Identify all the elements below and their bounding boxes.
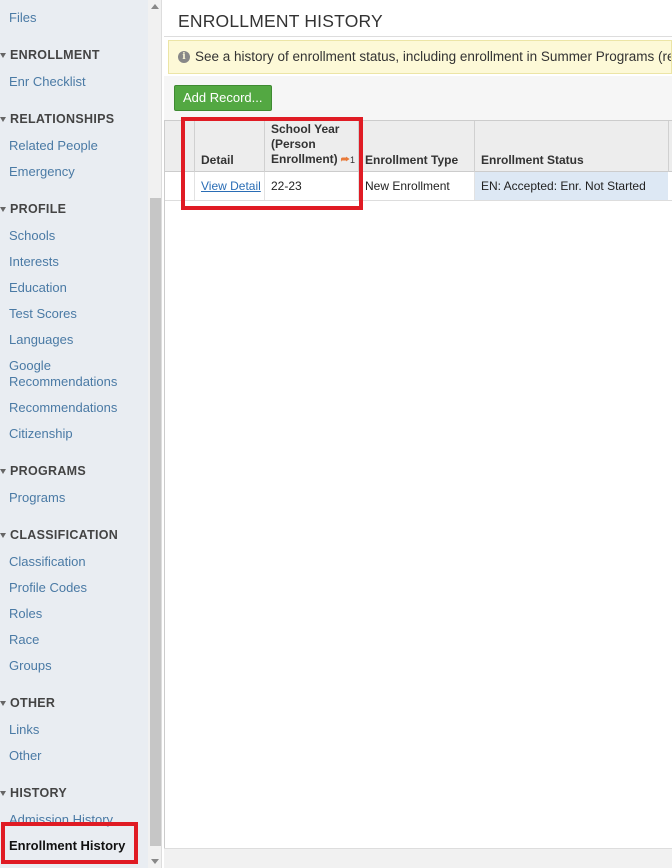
sidebar-item-roles[interactable]: Roles — [9, 606, 42, 622]
column-label: Enrollment Type — [365, 153, 459, 167]
sidebar-item-links[interactable]: Links — [9, 722, 39, 738]
sidebar-item-schools[interactable]: Schools — [9, 228, 55, 244]
info-banner: i See a history of enrollment status, in… — [168, 40, 672, 74]
sidebar-item-related-people[interactable]: Related People — [9, 138, 98, 154]
sidebar-item-languages[interactable]: Languages — [9, 332, 73, 348]
scroll-up-icon[interactable] — [151, 4, 159, 9]
sidebar-scrollbar[interactable] — [148, 0, 162, 868]
sidebar-item-recommendations[interactable]: Recommendations — [9, 400, 117, 416]
sidebar-item-citizenship[interactable]: Citizenship — [9, 426, 73, 442]
sidebar-item-education[interactable]: Education — [9, 280, 67, 296]
section-enrollment[interactable]: ENROLLMENT — [0, 48, 100, 62]
section-history[interactable]: HISTORY — [0, 786, 67, 800]
cell-enrollment-type: New Enrollment — [358, 172, 474, 200]
add-record-button[interactable]: Add Record... — [174, 85, 272, 111]
sidebar-item-test-scores[interactable]: Test Scores — [9, 306, 77, 322]
section-programs[interactable]: PROGRAMS — [0, 464, 86, 478]
main-panel: ENROLLMENT HISTORY i See a history of en… — [164, 0, 672, 868]
sidebar-item-programs[interactable]: Programs — [9, 490, 65, 506]
triangle-down-icon — [0, 701, 6, 707]
section-other[interactable]: OTHER — [0, 696, 55, 710]
scroll-down-icon[interactable] — [151, 859, 159, 864]
sidebar-item-files[interactable]: Files — [9, 10, 36, 26]
triangle-down-icon — [0, 117, 6, 123]
sidebar-item-classification[interactable]: Classification — [9, 554, 86, 570]
sidebar-item-interests[interactable]: Interests — [9, 254, 59, 270]
highlight-box-table — [181, 117, 363, 210]
section-title: PROFILE — [10, 202, 67, 216]
sidebar-item-emergency[interactable]: Emergency — [9, 164, 75, 180]
cell-enrollment-status: EN: Accepted: Enr. Not Started — [474, 172, 668, 200]
sidebar: Files ENROLLMENT Enr Checklist RELATIONS… — [0, 0, 148, 868]
triangle-down-icon — [0, 53, 6, 59]
sidebar-item-profile-codes[interactable]: Profile Codes — [9, 580, 87, 596]
column-header-extra — [668, 121, 672, 172]
sidebar-item-enr-checklist[interactable]: Enr Checklist — [9, 74, 86, 90]
horizontal-scrollbar[interactable] — [164, 848, 672, 868]
section-relationships[interactable]: RELATIONSHIPS — [0, 112, 114, 126]
section-title: RELATIONSHIPS — [10, 112, 115, 126]
section-classification[interactable]: CLASSIFICATION — [0, 528, 118, 542]
section-title: HISTORY — [10, 786, 67, 800]
column-header-enrollment-status[interactable]: Enrollment Status — [474, 121, 668, 172]
triangle-down-icon — [0, 791, 6, 797]
section-title: OTHER — [10, 696, 56, 710]
sidebar-item-other[interactable]: Other — [9, 748, 42, 764]
triangle-down-icon — [0, 469, 6, 475]
scrollbar-thumb[interactable] — [150, 198, 161, 846]
sidebar-item-google-recommendations[interactable]: Google Recommendations — [9, 358, 134, 390]
highlight-box-sidebar — [1, 822, 138, 864]
column-label: Enrollment Status — [481, 153, 584, 167]
section-title: PROGRAMS — [10, 464, 87, 478]
page-title: ENROLLMENT HISTORY — [178, 11, 383, 31]
table-left-border — [164, 120, 165, 848]
triangle-down-icon — [0, 207, 6, 213]
section-profile[interactable]: PROFILE — [0, 202, 66, 216]
triangle-down-icon — [0, 533, 6, 539]
column-header-enrollment-type[interactable]: Enrollment Type — [358, 121, 474, 172]
sidebar-item-race[interactable]: Race — [9, 632, 39, 648]
section-title: ENROLLMENT — [10, 48, 100, 62]
title-divider — [164, 36, 672, 37]
toolbar: Add Record... — [164, 76, 672, 120]
info-circle-icon: i — [178, 51, 190, 63]
info-text: See a history of enrollment status, incl… — [195, 49, 672, 64]
section-title: CLASSIFICATION — [10, 528, 119, 542]
sidebar-item-groups[interactable]: Groups — [9, 658, 52, 674]
